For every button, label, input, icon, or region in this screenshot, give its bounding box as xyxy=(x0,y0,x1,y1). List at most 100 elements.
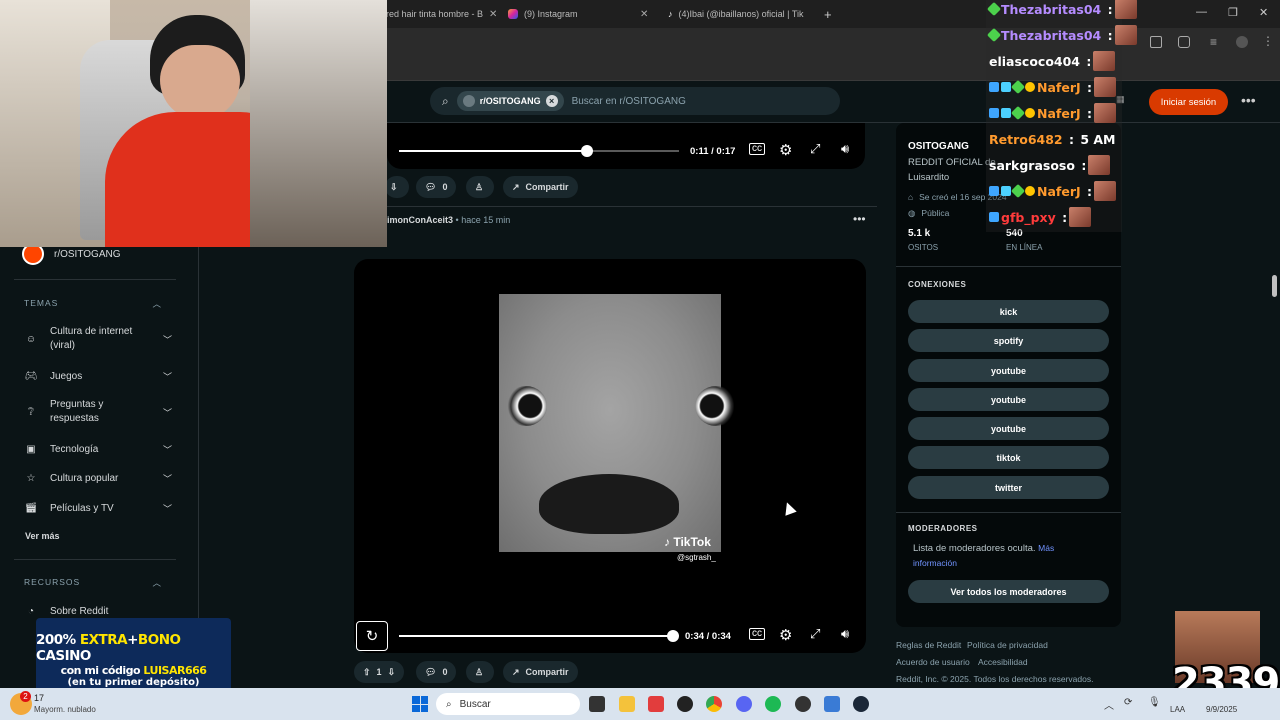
vote-button[interactable]: ⇧ 1 ⇩ xyxy=(354,661,405,683)
connection-link-twitter[interactable]: twitter xyxy=(908,476,1109,499)
task-view-icon[interactable] xyxy=(589,696,605,712)
chat-username: Thezabritas04 xyxy=(1001,27,1102,43)
post-options-icon[interactable]: ••• xyxy=(853,212,866,226)
app-icon[interactable] xyxy=(648,696,664,712)
downvote-button[interactable]: ⇩ xyxy=(385,176,409,198)
connection-link-youtube[interactable]: youtube xyxy=(908,359,1109,382)
award-button[interactable]: ♙ xyxy=(466,176,494,198)
video-seek-handle[interactable] xyxy=(667,630,679,642)
post-meta: imonConAceit3 • hace 15 min xyxy=(387,215,511,225)
close-tab-icon[interactable]: ✕ xyxy=(489,9,496,20)
steam-icon[interactable] xyxy=(853,696,869,712)
captions-icon[interactable]: cc xyxy=(749,143,765,155)
downvote-icon: ⇩ xyxy=(390,181,398,192)
browser-tab[interactable]: ♪ (4)Ibai (@ibaillanos) oficial | Tik xyxy=(668,4,816,24)
tiktok-icon: ♪ xyxy=(668,9,673,19)
connection-link-spotify[interactable]: spotify xyxy=(908,329,1109,352)
maximize-icon[interactable]: ❐ xyxy=(1228,6,1238,19)
windows-start-icon[interactable] xyxy=(412,696,428,712)
sidebar-item-topic[interactable]: 🎬︎ Películas y TV ﹀ xyxy=(22,499,172,517)
scrollbar-thumb[interactable] xyxy=(1272,275,1277,297)
see-more-link[interactable]: Ver más xyxy=(25,531,60,541)
sidebar-item-topic[interactable]: ▣ Tecnología ﹀ xyxy=(22,440,172,458)
fullscreen-icon[interactable]: ⤢ xyxy=(810,626,820,642)
more-info-link[interactable]: información xyxy=(913,558,957,568)
video-seek-handle[interactable] xyxy=(581,145,593,157)
browser-tab[interactable]: red hair tinta hombre - B ✕ xyxy=(386,4,496,24)
resources-section-header[interactable]: RECURSOS ︿ xyxy=(24,577,162,589)
discord-icon[interactable] xyxy=(736,696,752,712)
extension-icon[interactable] xyxy=(1150,36,1162,48)
award-button[interactable]: ♙ xyxy=(466,661,494,683)
comment-count: 0 xyxy=(442,667,448,677)
moderators-text: Lista de moderadores oculta. xyxy=(913,543,1036,554)
tray-overflow-icon[interactable]: ︿ xyxy=(1104,697,1114,712)
menu-icon[interactable]: ≡ xyxy=(1210,35,1217,49)
settings-icon[interactable]: ⚙ xyxy=(779,626,792,644)
ellipsis-icon[interactable]: ••• xyxy=(1241,92,1256,108)
fullscreen-icon[interactable]: ⤢ xyxy=(810,141,820,157)
chevron-down-icon: ﹀ xyxy=(162,371,172,382)
connection-link-youtube[interactable]: youtube xyxy=(908,388,1109,411)
connection-link-youtube[interactable]: youtube xyxy=(908,417,1109,440)
footer-link-agreement[interactable]: Acuerdo de usuario xyxy=(896,657,970,667)
language-indicator[interactable]: LAA xyxy=(1170,705,1185,714)
obs-icon[interactable] xyxy=(795,696,811,712)
browser-tab[interactable]: (9) Instagram ✕ xyxy=(508,4,652,24)
view-moderators-button[interactable]: Ver todos los moderadores xyxy=(908,580,1109,603)
volume-icon[interactable]: 🔊︎ xyxy=(841,141,849,157)
xbox-icon[interactable] xyxy=(677,696,693,712)
login-button[interactable]: Iniciar sesión xyxy=(1149,89,1228,115)
sidebar-item-topic[interactable]: ❔︎ Preguntas y respuestas ﹀ xyxy=(22,398,172,426)
share-button[interactable]: ↗ Compartir xyxy=(503,661,578,683)
replay-icon[interactable]: ↻ xyxy=(356,621,388,651)
close-window-icon[interactable]: ✕ xyxy=(1259,6,1268,19)
chip-label: r/OSITOGANG xyxy=(479,96,541,106)
downvote-icon[interactable]: ⇩ xyxy=(388,667,396,678)
search-input[interactable]: ⌕ r/OSITOGANG × Buscar en r/OSITOGANG xyxy=(430,87,840,115)
footer-link-privacy[interactable]: Política de privacidad xyxy=(967,640,1048,650)
comments-button[interactable]: 💬︎ 0 xyxy=(416,661,457,683)
kebab-menu-icon[interactable]: ⋮ xyxy=(1262,34,1274,48)
chevron-up-icon: ︿ xyxy=(152,299,162,309)
connection-link-tiktok[interactable]: tiktok xyxy=(908,446,1109,469)
taskbar-search[interactable]: ⌕ Buscar xyxy=(436,693,580,715)
share-button[interactable]: ↗ Compartir xyxy=(503,176,578,198)
mic-icon[interactable]: 🎙︎ xyxy=(1148,697,1161,708)
chrome-icon[interactable] xyxy=(706,696,722,712)
sidebar-item-label: r/OSITOGANG xyxy=(54,248,121,260)
search-community-chip[interactable]: r/OSITOGANG × xyxy=(456,91,564,111)
footer-link-rules[interactable]: Reglas de Reddit xyxy=(896,640,961,650)
promo-text: CASINO xyxy=(36,648,91,664)
section-title: TEMAS xyxy=(24,298,59,308)
clapper-icon: 🎬︎ xyxy=(24,502,38,514)
notification-badge: 2 xyxy=(20,691,31,702)
comment-icon: 💬︎ xyxy=(425,181,437,192)
new-tab-button[interactable]: + xyxy=(824,4,832,24)
footer-link-accessibility[interactable]: Accesibilidad xyxy=(978,657,1028,667)
sidebar-item-label: Cultura de internet (viral) xyxy=(50,326,133,351)
sidebar-item-topic[interactable]: 🎮︎ Juegos ﹀ xyxy=(22,367,172,385)
sidebar-item-topic[interactable]: ☺ Cultura de internet (viral) ﹀ xyxy=(22,325,172,353)
close-tab-icon[interactable]: ✕ xyxy=(640,9,648,20)
puzzle-icon[interactable] xyxy=(1178,36,1190,48)
spotify-icon[interactable] xyxy=(765,696,781,712)
sidebar-item-topic[interactable]: ☆ Cultura popular ﹀ xyxy=(22,469,172,487)
notepad-icon[interactable] xyxy=(824,696,840,712)
minimize-icon[interactable]: — xyxy=(1196,6,1207,18)
post-author[interactable]: imonConAceit3 xyxy=(387,215,453,225)
file-explorer-icon[interactable] xyxy=(619,696,635,712)
clear-chip-icon[interactable]: × xyxy=(545,95,558,107)
captions-icon[interactable]: cc xyxy=(749,628,765,640)
visibility-row: ◍ Pública xyxy=(908,208,949,219)
date-label[interactable]: 9/9/2025 xyxy=(1206,705,1237,714)
volume-icon[interactable]: 🔊︎ xyxy=(841,626,849,642)
topics-section-header[interactable]: TEMAS ︿ xyxy=(24,298,162,310)
comments-button[interactable]: 💬︎ 0 xyxy=(416,176,457,198)
profile-icon[interactable] xyxy=(1236,36,1248,48)
tray-icon[interactable]: ⟳ xyxy=(1124,697,1132,708)
more-info-link[interactable]: Más xyxy=(1038,543,1054,553)
connection-link-kick[interactable]: kick xyxy=(908,300,1109,323)
upvote-icon[interactable]: ⇧ xyxy=(363,667,371,678)
settings-icon[interactable]: ⚙ xyxy=(779,141,792,159)
